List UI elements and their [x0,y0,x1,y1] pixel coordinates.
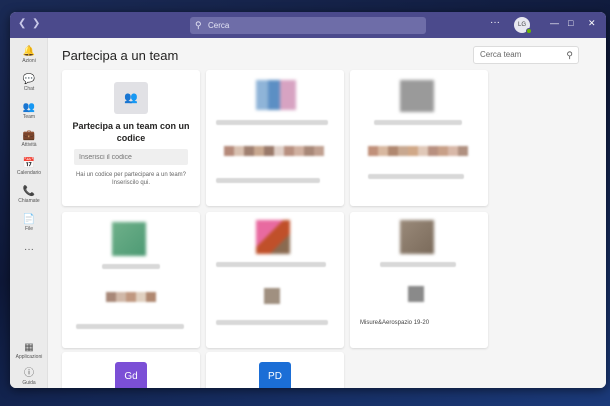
rail-item-applicazioni[interactable]: ▦ Applicazioni [10,342,48,361]
team-badge: PD [259,362,291,388]
rail-item-chiamate[interactable]: 📞 Chiamate [10,186,48,205]
bell-icon: 🔔 [22,46,36,57]
team-desc-blurred [368,174,464,179]
teams-window: ❮ ❯ ⚲ Cerca ··· LG — □ ✕ 🔔 Azioni 💬 Chat… [10,12,606,388]
file-icon: 📄 [22,214,36,225]
team-desc-blurred [216,320,328,325]
team-icon: 👥 [22,102,36,113]
member-strip [106,292,156,302]
more-apps-icon: ··· [24,244,34,255]
team-card[interactable] [350,70,488,206]
rail-label: Guida [22,380,36,386]
rail-item-attivita[interactable]: 💼 Attività [10,130,48,149]
team-card[interactable]: PD [206,352,344,388]
rail-label: Chiamate [18,198,40,204]
phone-icon: 📞 [22,186,36,197]
main-content: Partecipa a un team Cerca team ⚲ 👥 Parte… [48,38,606,388]
team-search-input[interactable]: Cerca team ⚲ [473,46,579,64]
team-search-placeholder: Cerca team [480,50,522,59]
team-desc-blurred [76,324,184,329]
team-join-icon: 👥 [114,82,148,114]
rail-label: File [24,226,34,232]
rail-item-more[interactable]: ··· [10,244,48,256]
member-strip [368,146,468,156]
rail-label: Team [22,114,36,120]
chat-icon: 💬 [22,74,36,85]
member-avatar [264,288,280,304]
join-code-input[interactable] [74,149,188,165]
team-name-blurred [380,262,456,267]
rail-label: Applicazioni [15,354,43,360]
team-card[interactable] [206,212,344,348]
global-search-input[interactable]: ⚲ Cerca [190,17,426,34]
team-name-blurred [102,264,160,269]
rail-item-file[interactable]: 📄 File [10,214,48,233]
calendar-icon: 📅 [22,158,36,169]
maximize-icon[interactable]: □ [568,18,573,28]
team-avatar [256,80,296,110]
team-avatar [400,80,434,112]
team-name-blurred [216,262,326,267]
team-desc-blurred [216,178,320,183]
rail-item-chat[interactable]: 💬 Chat [10,74,48,93]
member-avatar [408,286,424,302]
rail-label: Calendario [16,170,42,176]
team-name-blurred [216,120,328,125]
help-icon: ⓘ [24,368,34,379]
join-team-card: 👥 Partecipa a un team con un codice Hai … [62,70,200,206]
team-card[interactable] [62,212,200,348]
rail-item-calendario[interactable]: 📅 Calendario [10,158,48,177]
apps-icon: ▦ [24,342,34,353]
title-bar: ❮ ❯ ⚲ Cerca ··· LG — □ ✕ [10,12,606,38]
search-icon: ⚲ [195,20,202,30]
join-card-hint: Hai un codice per partecipare a un team?… [75,172,187,186]
team-name-blurred [374,120,462,125]
team-card[interactable] [206,70,344,206]
team-label: Misure&Aerospazio 19-20 [360,320,430,326]
member-strip [224,146,324,156]
rail-item-azioni[interactable]: 🔔 Azioni [10,46,48,65]
close-icon[interactable]: ✕ [588,18,596,29]
team-avatar [112,222,146,256]
search-icon: ⚲ [566,50,573,60]
app-rail: 🔔 Azioni 💬 Chat 👥 Team 💼 Attività 📅 Cale… [10,38,48,388]
page-title: Partecipa a un team [62,48,179,63]
global-search-placeholder: Cerca [208,21,230,30]
minimize-icon[interactable]: — [550,18,559,28]
rail-label: Azioni [22,58,36,64]
assignments-icon: 💼 [22,130,36,141]
join-card-title: Partecipa a un team con un codice [72,121,190,143]
team-card[interactable]: Misure&Aerospazio 19-20 [350,212,488,348]
team-card[interactable]: Gd [62,352,200,388]
team-avatar [256,220,290,254]
rail-label: Attività [21,142,37,148]
chevron-left-icon[interactable]: ❮ [18,18,26,29]
rail-label: Chat [23,86,35,92]
more-icon[interactable]: ··· [490,17,500,28]
presence-indicator [526,28,532,34]
team-badge: Gd [115,362,147,388]
rail-item-guida[interactable]: ⓘ Guida [10,368,48,387]
rail-item-team[interactable]: 👥 Team [10,102,48,121]
chevron-right-icon[interactable]: ❯ [32,18,40,29]
team-avatar [400,220,434,254]
